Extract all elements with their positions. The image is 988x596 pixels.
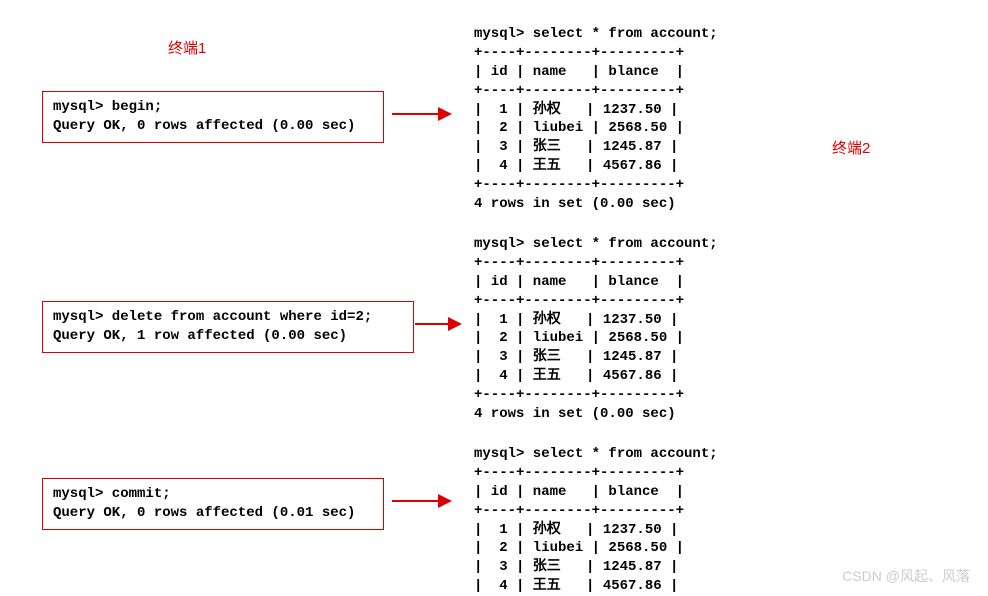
r1-3: | 3 | 张三 | 1245.87 |: [474, 139, 678, 155]
s3a: +----+--------+---------+: [474, 465, 684, 481]
r3-3: | 3 | 张三 | 1245.87 |: [474, 559, 678, 575]
s1b: +----+--------+---------+: [474, 83, 684, 99]
s2b: +----+--------+---------+: [474, 293, 684, 309]
begin-line1: mysql> begin;: [53, 99, 162, 115]
arrow-2-icon: [415, 323, 460, 325]
q3: mysql> select * from account;: [474, 446, 718, 462]
begin-line2: Query OK, 0 rows affected (0.00 sec): [53, 118, 355, 134]
delete-line2: Query OK, 1 row affected (0.00 sec): [53, 328, 347, 344]
commit-line2: Query OK, 0 rows affected (0.01 sec): [53, 505, 355, 521]
s3b: +----+--------+---------+: [474, 503, 684, 519]
terminal1-begin-box: mysql> begin; Query OK, 0 rows affected …: [42, 91, 384, 143]
r2-3: | 3 | 张三 | 1245.87 |: [474, 349, 678, 365]
terminal1-delete-box: mysql> delete from account where id=2; Q…: [42, 301, 414, 353]
r2-4: | 4 | 王五 | 4567.86 |: [474, 368, 678, 384]
terminal2-output-3: mysql> select * from account; +----+----…: [474, 445, 718, 596]
r3-1: | 1 | 孙权 | 1237.50 |: [474, 522, 678, 538]
terminal1-commit-box: mysql> commit; Query OK, 0 rows affected…: [42, 478, 384, 530]
s1a: +----+--------+---------+: [474, 45, 684, 61]
s2c: +----+--------+---------+: [474, 387, 684, 403]
r3-4: | 4 | 王五 | 4567.86 |: [474, 578, 678, 594]
terminal1-label: 终端1: [168, 37, 206, 58]
arrow-1-icon: [392, 113, 450, 115]
h1: | id | name | blance |: [474, 64, 684, 80]
s2a: +----+--------+---------+: [474, 255, 684, 271]
s1c: +----+--------+---------+: [474, 177, 684, 193]
terminal2-output-1: mysql> select * from account; +----+----…: [474, 25, 718, 214]
r1-4: | 4 | 王五 | 4567.86 |: [474, 158, 678, 174]
f2: 4 rows in set (0.00 sec): [474, 406, 676, 422]
r1-1: | 1 | 孙权 | 1237.50 |: [474, 102, 678, 118]
r1-2: | 2 | liubei | 2568.50 |: [474, 120, 684, 136]
q1: mysql> select * from account;: [474, 26, 718, 42]
watermark: CSDN @风起、风落: [842, 566, 970, 586]
r2-1: | 1 | 孙权 | 1237.50 |: [474, 312, 678, 328]
h2: | id | name | blance |: [474, 274, 684, 290]
h3: | id | name | blance |: [474, 484, 684, 500]
commit-line1: mysql> commit;: [53, 486, 171, 502]
r2-2: | 2 | liubei | 2568.50 |: [474, 330, 684, 346]
f1: 4 rows in set (0.00 sec): [474, 196, 676, 212]
r3-2: | 2 | liubei | 2568.50 |: [474, 540, 684, 556]
arrow-3-icon: [392, 500, 450, 502]
q2: mysql> select * from account;: [474, 236, 718, 252]
terminal2-label: 终端2: [832, 137, 870, 158]
terminal2-output-2: mysql> select * from account; +----+----…: [474, 235, 718, 424]
delete-line1: mysql> delete from account where id=2;: [53, 309, 372, 325]
